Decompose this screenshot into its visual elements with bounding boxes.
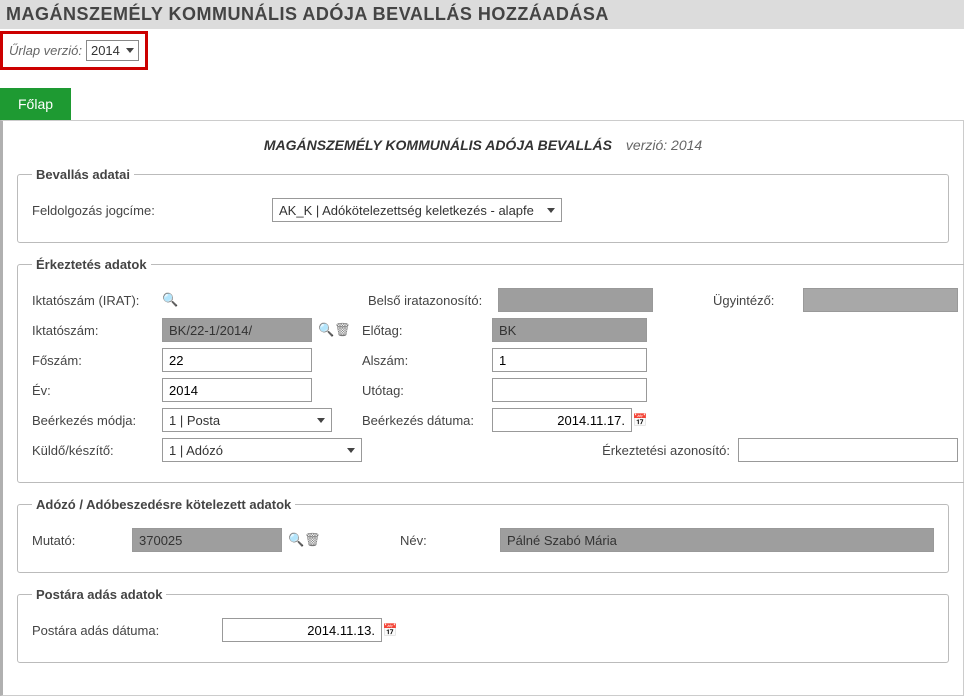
erkeztetes-fieldset: Érkeztetés adatok Iktatószám (IRAT): 🔍 B…	[17, 257, 964, 483]
page-header: MAGÁNSZEMÉLY KOMMUNÁLIS ADÓJA BEVALLÁS H…	[0, 0, 964, 29]
kuldo-label: Küldő/készítő:	[32, 443, 162, 458]
foszam-label: Főszám:	[32, 353, 162, 368]
ugyintezo-field	[803, 288, 958, 312]
tab-strip: Főlap	[0, 88, 964, 120]
chevron-down-icon	[126, 48, 134, 53]
chevron-down-icon	[547, 208, 555, 213]
alszam-input[interactable]	[492, 348, 647, 372]
calendar-icon[interactable]: 📅	[632, 412, 648, 428]
content: MAGÁNSZEMÉLY KOMMUNÁLIS ADÓJA BEVALLÁS v…	[0, 120, 964, 696]
jogcim-select[interactable]: AK_K | Adókötelezettség keletkezés - ala…	[272, 198, 562, 222]
mutato-field	[132, 528, 282, 552]
version-label: Űrlap verzió:	[9, 43, 82, 58]
search-icon[interactable]: 🔍	[318, 322, 334, 338]
form-title-main: MAGÁNSZEMÉLY KOMMUNÁLIS ADÓJA BEVALLÁS	[264, 137, 612, 153]
tab-folap[interactable]: Főlap	[0, 88, 71, 120]
posta-datum-label: Postára adás dátuma:	[32, 623, 222, 638]
beerkezes-dat-label: Beérkezés dátuma:	[362, 413, 492, 428]
iktatoszam-label: Iktatószám:	[32, 323, 162, 338]
page-title: MAGÁNSZEMÉLY KOMMUNÁLIS ADÓJA BEVALLÁS H…	[6, 4, 609, 24]
utotag-label: Utótag:	[362, 383, 492, 398]
adozo-legend: Adózó / Adóbeszedésre kötelezett adatok	[32, 497, 295, 512]
version-select[interactable]: 2014	[86, 40, 139, 61]
utotag-input[interactable]	[492, 378, 647, 402]
iktatoszam-irat-label: Iktatószám (IRAT):	[32, 293, 162, 308]
chevron-down-icon	[317, 418, 325, 423]
posta-fieldset: Postára adás adatok Postára adás dátuma:…	[17, 587, 949, 663]
ugyintezo-label: Ügyintéző:	[713, 293, 803, 308]
bevallas-fieldset: Bevallás adatai Feldolgozás jogcíme: AK_…	[17, 167, 949, 243]
erkezt-azon-input[interactable]	[738, 438, 958, 462]
elotag-label: Előtag:	[362, 323, 492, 338]
version-bar: Űrlap verzió: 2014	[0, 31, 148, 70]
nev-field	[500, 528, 934, 552]
trash-icon[interactable]: 🗑	[334, 322, 350, 338]
adozo-fieldset: Adózó / Adóbeszedésre kötelezett adatok …	[17, 497, 949, 573]
posta-datum-input[interactable]	[222, 618, 382, 642]
form-title-version: verzió: 2014	[626, 137, 702, 153]
ev-label: Év:	[32, 383, 162, 398]
iktatoszam-field	[162, 318, 312, 342]
erkeztetes-legend: Érkeztetés adatok	[32, 257, 151, 272]
posta-legend: Postára adás adatok	[32, 587, 166, 602]
alszam-label: Alszám:	[362, 353, 492, 368]
bevallas-legend: Bevallás adatai	[32, 167, 134, 182]
elotag-field	[492, 318, 647, 342]
search-icon[interactable]: 🔍	[162, 292, 178, 308]
ev-input[interactable]	[162, 378, 312, 402]
form-title: MAGÁNSZEMÉLY KOMMUNÁLIS ADÓJA BEVALLÁS v…	[17, 137, 949, 153]
beerkezes-mod-label: Beérkezés módja:	[32, 413, 162, 428]
chevron-down-icon	[347, 448, 355, 453]
belso-label: Belső iratazonosító:	[368, 293, 498, 308]
trash-icon[interactable]: 🗑	[304, 532, 320, 548]
foszam-input[interactable]	[162, 348, 312, 372]
belso-field	[498, 288, 653, 312]
jogcim-label: Feldolgozás jogcíme:	[32, 203, 272, 218]
nev-label: Név:	[400, 533, 500, 548]
beerkezes-mod-select[interactable]: 1 | Posta	[162, 408, 332, 432]
erkezt-azon-label: Érkeztetési azonosító:	[602, 443, 730, 458]
calendar-icon[interactable]: 📅	[382, 622, 398, 638]
search-icon[interactable]: 🔍	[288, 532, 304, 548]
beerkezes-dat-input[interactable]	[492, 408, 632, 432]
kuldo-select[interactable]: 1 | Adózó	[162, 438, 362, 462]
version-value: 2014	[91, 43, 120, 58]
mutato-label: Mutató:	[32, 533, 132, 548]
